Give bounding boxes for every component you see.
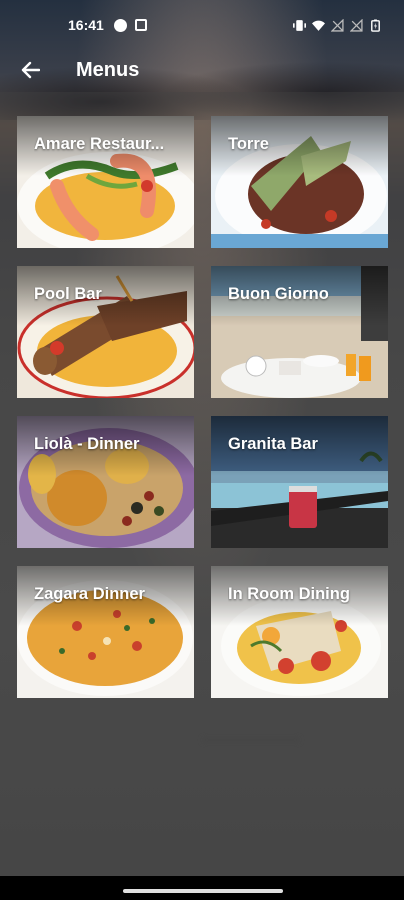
menu-card-label: Granita Bar <box>228 435 318 453</box>
background-detail <box>202 737 300 743</box>
signal-off-icon <box>331 18 344 32</box>
menu-card-label: Torre <box>228 135 269 153</box>
menu-card-pool-bar[interactable]: Pool Bar <box>17 266 194 398</box>
notification-icon <box>113 18 127 32</box>
menu-card-label: Buon Giorno <box>228 285 329 303</box>
menu-card-label: In Room Dining <box>228 585 350 603</box>
menu-card-liola-dinner[interactable]: Liolà - Dinner <box>17 416 194 548</box>
menu-card-torre[interactable]: Torre <box>211 116 388 248</box>
menu-card-label: Amare Restaur... <box>34 135 165 153</box>
gallery-icon <box>134 19 147 31</box>
menu-card-buon-giorno[interactable]: Buon Giorno <box>211 266 388 398</box>
vibrate-icon <box>293 19 306 31</box>
menu-grid: Amare Restaur... Torre Pool Bar Buon Gio… <box>17 116 388 698</box>
status-time: 16:41 <box>68 17 104 33</box>
menu-card-amare[interactable]: Amare Restaur... <box>17 116 194 248</box>
back-button[interactable] <box>14 54 46 86</box>
home-gesture-handle[interactable] <box>123 889 283 893</box>
battery-icon <box>371 18 380 32</box>
menu-card-zagara-dinner[interactable]: Zagara Dinner <box>17 566 194 698</box>
wifi-icon <box>312 20 325 31</box>
status-bar: 16:41 <box>0 0 404 50</box>
app-bar: Menus <box>0 50 404 90</box>
menu-card-label: Liolà - Dinner <box>34 435 140 453</box>
signal-off-2-icon <box>350 18 363 32</box>
menu-card-label: Zagara Dinner <box>34 585 145 603</box>
arrow-back-icon <box>21 61 40 79</box>
page-title: Menus <box>76 59 140 81</box>
menu-card-in-room-dining[interactable]: In Room Dining <box>211 566 388 698</box>
menu-card-granita-bar[interactable]: Granita Bar <box>211 416 388 548</box>
menu-card-label: Pool Bar <box>34 285 102 303</box>
navigation-bar <box>0 876 404 900</box>
